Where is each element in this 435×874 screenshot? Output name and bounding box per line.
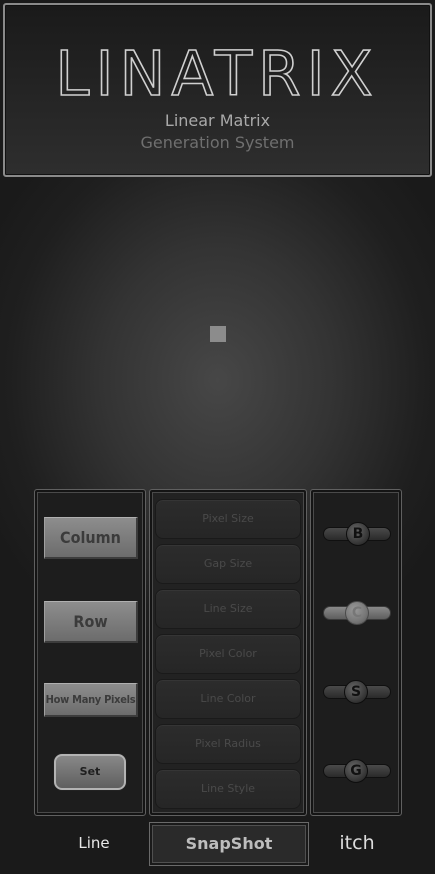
subtitle-line2: Generation System: [140, 133, 295, 152]
app-header: LINATRIX Linear Matrix Generation System: [3, 3, 432, 177]
slider-g[interactable]: G: [323, 759, 391, 783]
menu-item-pixel-size[interactable]: Pixel Size: [155, 499, 301, 539]
set-button[interactable]: Set: [54, 754, 126, 790]
menu-item-pixel-radius[interactable]: Pixel Radius: [155, 724, 301, 764]
matrix-pixel: [210, 326, 226, 342]
settings-menu-panel: Pixel Size Gap Size Line Size Pixel Colo…: [149, 489, 307, 816]
itch-link[interactable]: itch: [330, 832, 384, 854]
subtitle-line1: Linear Matrix: [164, 111, 271, 130]
slider-b-knob[interactable]: B: [346, 522, 370, 546]
slider-s-knob[interactable]: S: [344, 680, 368, 704]
slider-g-knob[interactable]: G: [344, 759, 368, 783]
slider-b[interactable]: B: [323, 522, 391, 546]
row-input[interactable]: Row: [44, 601, 138, 643]
menu-item-pixel-color[interactable]: Pixel Color: [155, 634, 301, 674]
how-many-pixels-input[interactable]: How Many Pixels: [44, 683, 138, 717]
slider-s[interactable]: S: [323, 680, 391, 704]
slider-c-knob[interactable]: C: [345, 601, 369, 625]
svg-text:LINATRIX: LINATRIX: [55, 39, 378, 107]
snapshot-button[interactable]: SnapShot: [149, 822, 309, 866]
slider-panel: B C S G: [310, 489, 402, 816]
menu-item-line-size[interactable]: Line Size: [155, 589, 301, 629]
slider-c[interactable]: C: [323, 601, 391, 625]
line-link[interactable]: Line: [60, 834, 128, 852]
dimension-panel: Column Row How Many Pixels Set: [34, 489, 146, 816]
linatrix-logo: LINATRIX: [55, 38, 378, 107]
menu-item-line-color[interactable]: Line Color: [155, 679, 301, 719]
menu-item-line-style[interactable]: Line Style: [155, 769, 301, 809]
column-input[interactable]: Column: [44, 517, 138, 559]
menu-item-gap-size[interactable]: Gap Size: [155, 544, 301, 584]
